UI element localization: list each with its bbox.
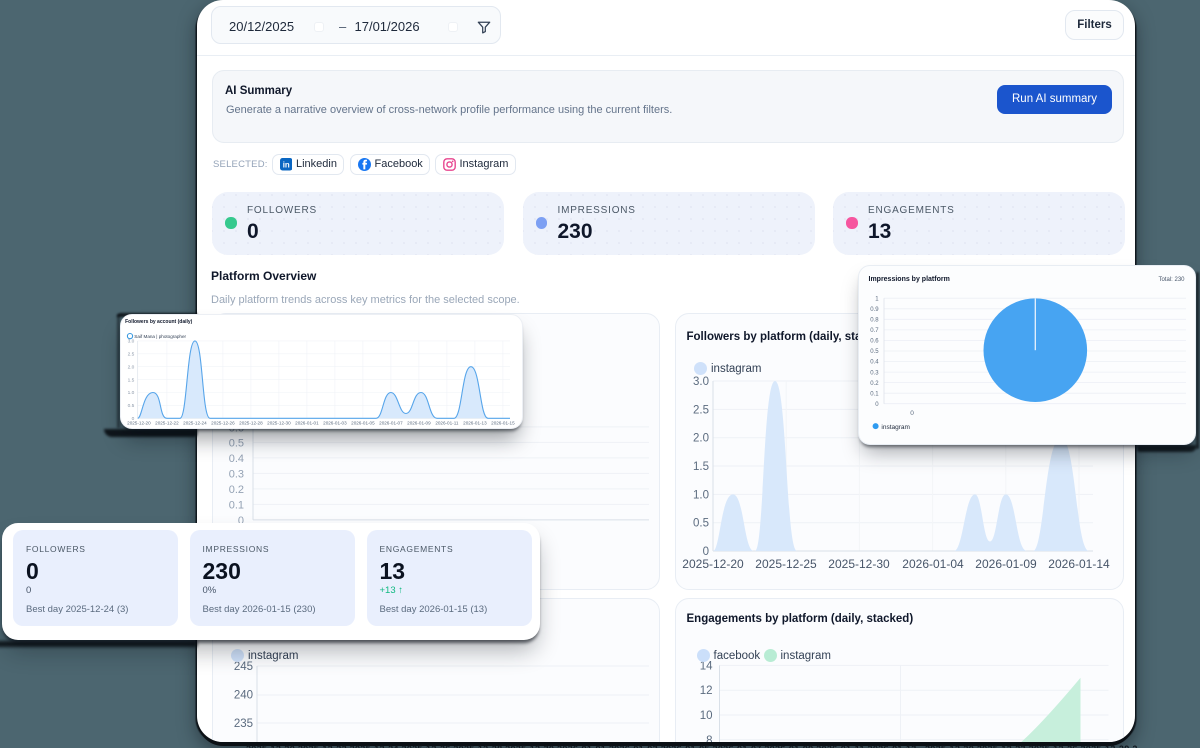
svg-text:2025-12-25: 2025-12-25 [755,557,817,571]
svg-text:instagram: instagram [881,424,910,431]
svg-text:1.0: 1.0 [693,489,709,501]
svg-text:2026-01-09: 2026-01-09 [407,420,431,425]
svg-text:1.5: 1.5 [128,377,135,383]
svg-text:0.4: 0.4 [870,360,879,366]
svg-text:2026-01-15: 2026-01-15 [491,420,515,425]
svg-text:240: 240 [234,690,253,702]
svg-text:0.1: 0.1 [229,499,244,511]
svg-text:0.5: 0.5 [229,437,244,449]
svg-text:2.0: 2.0 [693,433,709,445]
svg-text:0.2: 0.2 [870,381,879,387]
svg-text:1.0: 1.0 [128,390,135,396]
svg-text:0.8: 0.8 [870,318,879,324]
svg-text:14: 14 [700,660,713,672]
svg-text:2026-01-09: 2026-01-09 [975,557,1037,571]
svg-text:2026-01-13: 2026-01-13 [463,420,487,425]
svg-text:0.5: 0.5 [870,349,879,355]
svg-text:0.5: 0.5 [693,518,709,530]
svg-text:in: in [282,160,289,169]
svg-text:Saif Mana | photographer: Saif Mana | photographer [134,334,186,339]
svg-text:235: 235 [234,718,253,730]
svg-text:3.0: 3.0 [128,339,135,345]
svg-text:2025-12-20: 2025-12-20 [127,420,151,425]
svg-text:10: 10 [700,710,713,722]
svg-text:2025-12-26: 2025-12-26 [211,420,235,425]
svg-text:2025-12-24: 2025-12-24 [183,420,207,425]
svg-text:8: 8 [706,735,712,742]
svg-text:2026-01-04: 2026-01-04 [902,557,964,571]
svg-text:2025-12-30: 2025-12-30 [828,557,890,571]
svg-text:2.0: 2.0 [128,364,135,370]
svg-text:2026-01-14: 2026-01-14 [1048,557,1110,571]
svg-text:2026-01-07: 2026-01-07 [379,420,403,425]
svg-text:2025-12-28: 2025-12-28 [239,420,263,425]
svg-text:12: 12 [700,685,713,697]
svg-text:0.5: 0.5 [128,403,135,409]
svg-text:0.9: 0.9 [870,307,879,313]
svg-text:3.0: 3.0 [693,376,709,388]
svg-text:0.3: 0.3 [870,370,879,376]
svg-text:0.7: 0.7 [870,328,879,334]
svg-text:1.5: 1.5 [693,461,709,473]
svg-text:0: 0 [875,402,879,408]
svg-text:2026-01-11: 2026-01-11 [435,420,459,425]
svg-text:2025-12-30: 2025-12-30 [267,420,291,425]
svg-text:0.1: 0.1 [870,391,879,397]
svg-text:0: 0 [910,410,914,417]
svg-text:2026-01-03: 2026-01-03 [323,420,347,425]
svg-text:245: 245 [234,661,253,673]
svg-text:2026-01-01: 2026-01-01 [295,420,319,425]
svg-text:0.3: 0.3 [229,468,244,480]
svg-text:2.5: 2.5 [693,405,709,417]
svg-text:2025-12-20: 2025-12-20 [682,557,744,571]
svg-text:Followers by account (daily): Followers by account (daily) [125,319,193,325]
svg-text:0.6: 0.6 [870,339,879,345]
svg-text:2025-12-22: 2025-12-22 [155,420,179,425]
svg-text:0.4: 0.4 [229,453,244,465]
svg-text:1: 1 [875,296,879,302]
svg-text:2026-01-05: 2026-01-05 [351,420,375,425]
svg-text:0.2: 0.2 [229,484,244,496]
svg-text:2.5: 2.5 [128,352,135,358]
